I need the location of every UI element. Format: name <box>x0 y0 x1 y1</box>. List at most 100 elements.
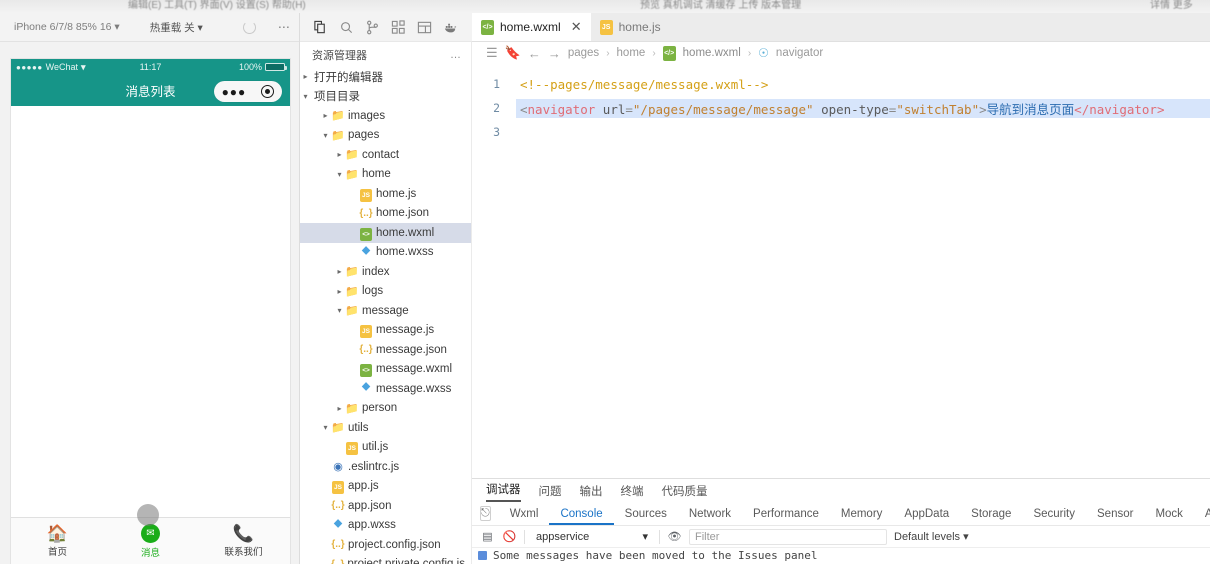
tree-item-message-js[interactable]: JS message.js <box>300 321 471 341</box>
chevron-right-icon[interactable] <box>334 150 345 159</box>
tree-item-pages[interactable]: 📁pages <box>300 126 471 146</box>
devtools-tab-wxml[interactable]: Wxml <box>499 503 550 525</box>
tree-item-message-wxml[interactable]: <> message.wxml <box>300 360 471 380</box>
target-icon[interactable] <box>261 85 275 98</box>
simulator-panel: iPhone 6/7/8 85% 16 ▾ 热重载 关 ▾ ⋯ ●●●●● We… <box>0 13 300 564</box>
devtools-tab-network[interactable]: Network <box>678 503 742 525</box>
chevron-right-icon[interactable] <box>334 267 345 276</box>
layout-icon[interactable] <box>413 16 435 38</box>
devtools-cn-tab[interactable]: 终端 <box>621 483 644 502</box>
search-icon[interactable] <box>335 16 357 38</box>
tree-item-message[interactable]: 📁message <box>300 301 471 321</box>
breadcrumb-part-home[interactable]: home <box>617 47 646 59</box>
eye-icon[interactable]: 👁 <box>667 529 682 544</box>
chevron-down-icon[interactable] <box>320 423 331 432</box>
explorer-icon[interactable] <box>309 16 331 38</box>
tree-item-home-wxss[interactable]: ⯁ home.wxss <box>300 243 471 263</box>
extensions-icon[interactable] <box>387 16 409 38</box>
chevron-down-icon[interactable] <box>320 131 331 140</box>
refresh-icon[interactable] <box>242 20 256 34</box>
hot-reload-selector[interactable]: 热重载 关 ▾ <box>144 18 209 37</box>
explorer-section-project[interactable]: 项目目录 <box>300 87 471 107</box>
outline-icon[interactable]: ☰ <box>486 45 498 61</box>
breadcrumb-part-file[interactable]: home.wxml <box>683 47 741 59</box>
wechat-capsule[interactable]: ●●● <box>214 81 282 102</box>
tabbar-item-contact[interactable]: 📞 联系我们 <box>197 518 290 564</box>
device-selector[interactable]: iPhone 6/7/8 85% 16 ▾ <box>8 19 126 35</box>
chevron-right-icon[interactable] <box>334 404 345 413</box>
close-icon[interactable]: ✕ <box>571 19 582 35</box>
devtools-tab-audits[interactable]: Audits <box>1194 503 1210 525</box>
tree-item-label: pages <box>348 129 380 142</box>
devtools-tab-sources[interactable]: Sources <box>614 503 678 525</box>
tree-item-message-wxss[interactable]: ⯁ message.wxss <box>300 379 471 399</box>
tab-home-js[interactable]: JS home.js <box>590 13 687 41</box>
tree-item-home[interactable]: 📁home <box>300 165 471 185</box>
tree-item-app-wxss[interactable]: ⯁ app.wxss <box>300 516 471 536</box>
tree-item-home-json[interactable]: {..} home.json <box>300 204 471 224</box>
chevron-down-icon[interactable] <box>334 170 345 179</box>
tree-item-index[interactable]: 📁index <box>300 262 471 282</box>
more-dots-icon[interactable]: ●●● <box>222 86 247 98</box>
bookmark-icon[interactable]: 🔖 <box>505 45 521 61</box>
tree-item-project-config-json[interactable]: {..} project.config.json <box>300 535 471 555</box>
tree-item--eslintrc-js[interactable]: ◉ .eslintrc.js <box>300 457 471 477</box>
tree-item-contact[interactable]: 📁contact <box>300 145 471 165</box>
docker-icon[interactable] <box>439 16 461 38</box>
ide-top-row: </> home.wxml ✕ JS home.js <box>300 13 1210 42</box>
tree-item-project-private-config-js-[interactable]: {..}project.private.config.js... <box>300 555 471 564</box>
devtools-tab-console[interactable]: Console <box>549 503 613 525</box>
tabbar-item-home[interactable]: 🏠 首页 <box>11 518 104 564</box>
tree-item-app-json[interactable]: {..} app.json <box>300 496 471 516</box>
console-context-select[interactable]: appservice ▾ <box>532 530 652 544</box>
devtools-cn-tab[interactable]: 调试器 <box>486 481 521 502</box>
tree-item-person[interactable]: 📁person <box>300 399 471 419</box>
devtools-tab-mock[interactable]: Mock <box>1144 503 1193 525</box>
devtools-tab-storage[interactable]: Storage <box>960 503 1022 525</box>
tree-item-home-wxml[interactable]: <> home.wxml <box>300 223 471 243</box>
devtools-tab-security[interactable]: Security <box>1022 503 1086 525</box>
explorer-section-open-editors[interactable]: 打开的编辑器 <box>300 67 471 87</box>
tab-home-wxml[interactable]: </> home.wxml ✕ <box>472 13 591 41</box>
forward-icon[interactable]: → <box>548 46 561 61</box>
folder-icon: 📁 <box>345 285 359 298</box>
tree-item-logs[interactable]: 📁logs <box>300 282 471 302</box>
back-icon[interactable]: ← <box>528 46 541 61</box>
editor-column: ☰ 🔖 ← → pages › home › </> home.wxml › ☉… <box>472 42 1210 564</box>
app-root: 编辑(E) 工具(T) 界面(V) 设置(S) 帮助(H) 预览 真机调试 清缓… <box>0 0 1210 564</box>
devtools-tab-appdata[interactable]: AppData <box>893 503 960 525</box>
console-filter-input[interactable]: Filter <box>689 528 887 545</box>
breadcrumb-part-symbol[interactable]: navigator <box>776 47 823 59</box>
chevron-down-icon <box>300 92 311 101</box>
comment-open: <!-- <box>520 76 551 92</box>
explorer-more-icon[interactable]: … <box>450 49 462 61</box>
devtools-tab-sensor[interactable]: Sensor <box>1086 503 1144 525</box>
console-levels-select[interactable]: Default levels ▾ <box>894 530 969 543</box>
clear-console-icon[interactable]: 🚫 <box>502 529 517 544</box>
devtools-tab-performance[interactable]: Performance <box>742 503 830 525</box>
devtools-cn-tab[interactable]: 代码质量 <box>662 483 708 502</box>
chevron-right-icon[interactable] <box>320 111 331 120</box>
tree-item-message-json[interactable]: {..} message.json <box>300 340 471 360</box>
comment-body: pages/message/message.wxml <box>550 76 746 92</box>
chevron-down-icon[interactable] <box>334 306 345 315</box>
chevron-right-icon[interactable] <box>334 287 345 296</box>
tree-item-utils[interactable]: 📁utils <box>300 418 471 438</box>
tree-item-images[interactable]: 📁images <box>300 106 471 126</box>
devtools-cn-tab[interactable]: 输出 <box>580 483 603 502</box>
tree-item-home-js[interactable]: JS home.js <box>300 184 471 204</box>
devtools-tab-memory[interactable]: Memory <box>830 503 894 525</box>
devtools-cn-tab[interactable]: 问题 <box>539 483 562 502</box>
more-icon[interactable]: ⋯ <box>278 20 291 34</box>
js-file-icon: JS <box>599 19 613 35</box>
source-control-icon[interactable] <box>361 16 383 38</box>
code-editor[interactable]: 1 <!--pages/message/message.wxml--> 2 <n… <box>472 64 1210 478</box>
inspect-cursor-icon[interactable]: ⎋ <box>480 506 491 521</box>
console-message-row[interactable]: Some messages have been moved to the Iss… <box>472 548 1210 563</box>
breadcrumb-part-pages[interactable]: pages <box>568 47 599 59</box>
folder-icon: 📁 <box>345 305 359 318</box>
tree-item-util-js[interactable]: JS util.js <box>300 438 471 458</box>
tree-item-app-js[interactable]: JS app.js <box>300 477 471 497</box>
panel-toggle-icon[interactable]: ▤ <box>480 529 495 544</box>
device-caret-icon: ▾ <box>114 21 120 33</box>
